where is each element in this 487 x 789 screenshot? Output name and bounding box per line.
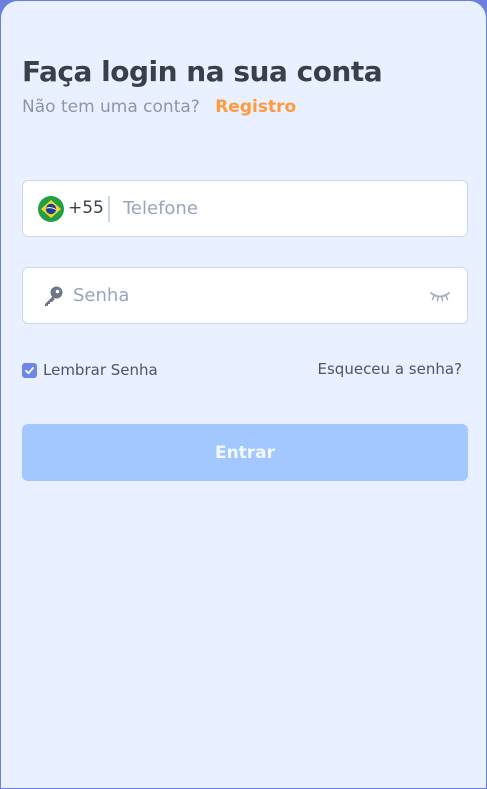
signup-prompt: Não tem uma conta? Registro [22,97,296,117]
eye-closed-icon[interactable] [429,289,451,303]
field-divider [108,196,110,222]
key-icon [45,286,63,306]
remember-password-toggle[interactable]: Lembrar Senha [22,360,158,380]
country-code[interactable]: +55 [68,198,104,218]
login-button[interactable]: Entrar [22,424,468,481]
password-field[interactable] [22,267,468,324]
remember-label: Lembrar Senha [43,361,158,379]
brazil-flag-icon[interactable] [38,196,64,222]
login-panel: Faça login na sua conta Não tem uma cont… [0,0,487,789]
password-input[interactable] [73,268,413,323]
page-title: Faça login na sua conta [22,55,383,88]
phone-input[interactable] [123,181,453,236]
checkmark-icon [25,366,34,374]
register-link[interactable]: Registro [215,97,296,117]
phone-field[interactable]: +55 [22,180,468,237]
remember-checkbox[interactable] [22,362,37,378]
no-account-text: Não tem uma conta? [22,97,200,117]
forgot-password-link[interactable]: Esqueceu a senha? [318,360,462,378]
